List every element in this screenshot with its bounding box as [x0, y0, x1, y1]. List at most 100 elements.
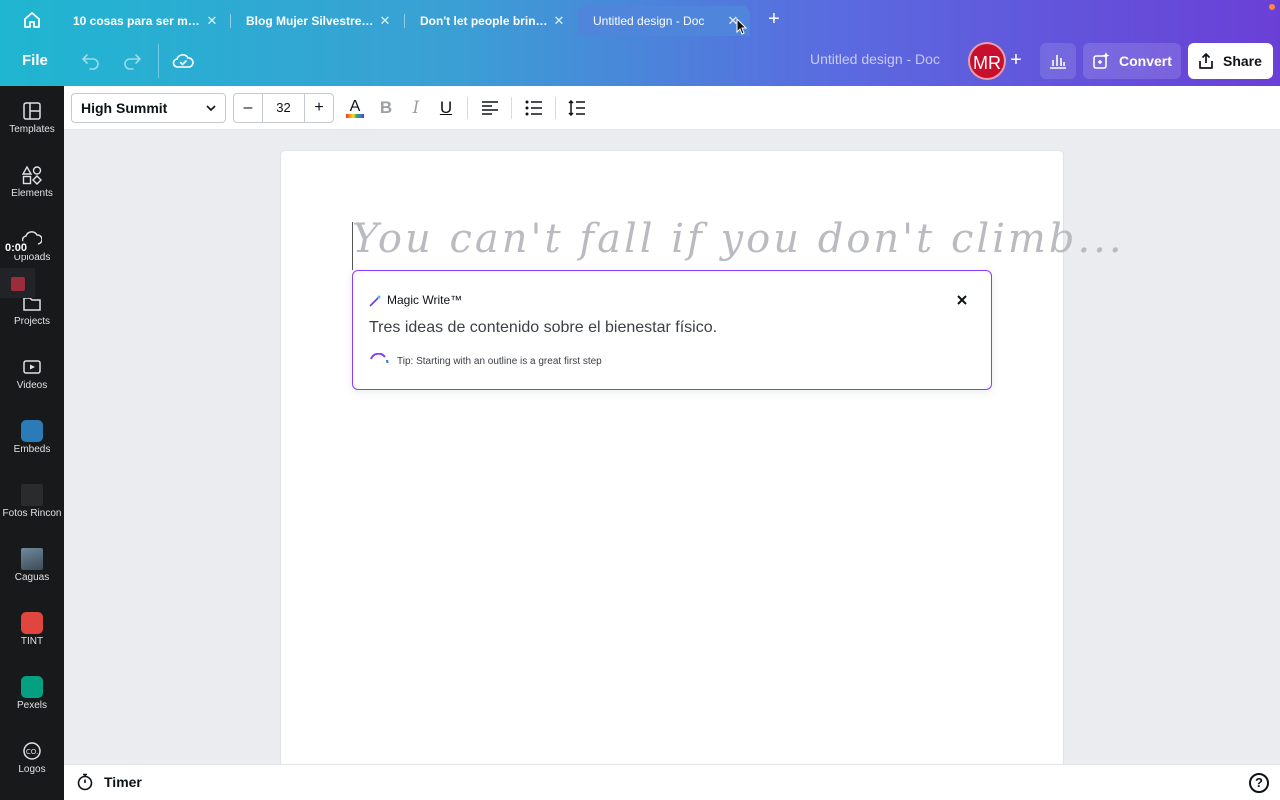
home-icon — [24, 12, 40, 28]
timer-button[interactable]: Timer — [76, 773, 142, 791]
line-spacing-button[interactable] — [566, 97, 588, 119]
sidebar-item-label: Embeds — [13, 444, 51, 455]
redo-button[interactable] — [120, 49, 144, 73]
sidebar-item-fotos-rincon[interactable]: Fotos Rincon — [0, 470, 64, 530]
share-icon — [1199, 53, 1213, 69]
bar-chart-icon — [1050, 55, 1066, 69]
font-size-stepper: – 32 + — [233, 93, 334, 123]
sidebar-item-label: Fotos Rincon — [2, 508, 62, 519]
font-family-select[interactable]: High Summit — [71, 93, 226, 123]
underline-button[interactable]: U — [435, 97, 457, 119]
toolbar-divider — [467, 97, 468, 119]
sidebar-item-label: Videos — [16, 380, 48, 391]
tab-label: 10 cosas para ser mas ... — [73, 14, 201, 28]
browser-tab[interactable]: Don't let people bring ... ✕ — [404, 6, 576, 36]
new-tab-button[interactable]: + — [762, 8, 786, 32]
editor-header: File Untitled design - Doc MR + Convert … — [0, 36, 1280, 86]
svg-text:CO.: CO. — [26, 748, 38, 756]
magic-write-tip-text: Tip: Starting with an outline is a great… — [397, 355, 602, 367]
sidebar-item-label: Logos — [18, 764, 46, 775]
avatar[interactable]: MR — [968, 42, 1006, 80]
undo-button[interactable] — [79, 49, 103, 73]
line-spacing-icon — [568, 99, 585, 117]
text-format-toolbar: High Summit – 32 + A B I U — [64, 86, 1280, 130]
undo-icon — [81, 54, 99, 70]
sidebar-item-caguas[interactable]: Caguas — [0, 534, 64, 594]
document-title[interactable]: Untitled design - Doc — [810, 51, 940, 67]
file-menu-button[interactable]: File — [14, 48, 56, 74]
top-chrome: 10 cosas para ser mas ... ✕ Blog Mujer S… — [0, 0, 1280, 86]
mouse-cursor-icon — [736, 18, 748, 35]
timer-label: Timer — [104, 774, 142, 790]
recording-timer: 0:00 — [2, 241, 31, 255]
increase-font-size-button[interactable]: + — [305, 94, 333, 122]
pexels-app-icon — [21, 676, 43, 698]
magic-write-tip: Tip: Starting with an outline is a great… — [369, 353, 602, 369]
insights-button[interactable] — [1040, 43, 1076, 79]
browser-tab[interactable]: 10 cosas para ser mas ... ✕ — [57, 6, 229, 36]
elements-icon — [21, 164, 43, 186]
canvas-script-text[interactable]: You can't fall if you don't climb... — [352, 216, 1125, 276]
sidebar-item-label: Templates — [9, 124, 55, 135]
home-button[interactable] — [14, 6, 50, 34]
sidebar-item-embeds[interactable]: Embeds — [0, 406, 64, 466]
tab-label: Untitled design - Doc — [593, 14, 705, 28]
align-left-button[interactable] — [479, 97, 501, 119]
stop-recording-icon[interactable] — [11, 277, 25, 291]
templates-icon — [21, 100, 43, 122]
italic-button[interactable]: I — [405, 97, 427, 119]
sidebar-item-videos[interactable]: Videos — [0, 342, 64, 402]
tab-label: Blog Mujer Silvestre - ... — [246, 14, 374, 28]
rainbow-swatch-icon — [346, 113, 364, 118]
sidebar-item-logos[interactable]: CO. Logos — [0, 726, 64, 786]
magic-write-title: Magic Write™ — [387, 293, 463, 307]
browser-tab-active[interactable]: Untitled design - Doc ✕ — [577, 6, 750, 36]
share-button[interactable]: Share — [1188, 43, 1273, 79]
close-icon — [957, 295, 967, 305]
sidebar-item-label: Elements — [11, 188, 53, 199]
bold-button[interactable]: B — [375, 97, 397, 119]
text-color-glyph: A — [349, 97, 361, 115]
font-name: High Summit — [81, 100, 168, 116]
font-size-input[interactable]: 32 — [262, 94, 305, 122]
tab-label: Don't let people bring ... — [420, 14, 548, 28]
align-left-icon — [482, 101, 498, 115]
sidebar-item-label: Pexels — [16, 700, 47, 711]
browser-tab[interactable]: Blog Mujer Silvestre - ... ✕ — [230, 6, 402, 36]
close-icon[interactable]: ✕ — [552, 14, 566, 28]
close-icon[interactable]: ✕ — [205, 14, 219, 28]
sidebar-item-label: TINT — [20, 636, 44, 647]
add-collaborator-button[interactable]: + — [1003, 46, 1029, 76]
close-icon[interactable]: ✕ — [378, 14, 392, 28]
left-sidebar: Templates Elements Uploads Projects Vide… — [0, 86, 64, 800]
photo-thumb-icon — [21, 548, 43, 570]
magic-write-prompt-input[interactable]: Tres ideas de contenido sobre el bienest… — [369, 319, 717, 337]
bullet-list-button[interactable] — [523, 97, 545, 119]
magic-convert-icon — [1093, 52, 1110, 69]
chevron-down-icon — [206, 105, 216, 112]
logos-icon: CO. — [21, 740, 43, 762]
redo-icon — [124, 54, 142, 70]
cloud-check-icon — [172, 54, 194, 68]
sidebar-item-elements[interactable]: Elements — [0, 150, 64, 210]
convert-label: Convert — [1119, 53, 1172, 69]
toolbar-divider — [511, 97, 512, 119]
text-color-button[interactable]: A — [344, 97, 366, 119]
browser-tab-bar: 10 cosas para ser mas ... ✕ Blog Mujer S… — [0, 0, 1280, 36]
close-magic-write-button[interactable] — [953, 291, 971, 309]
decrease-font-size-button[interactable]: – — [234, 94, 262, 122]
convert-button[interactable]: Convert — [1083, 43, 1181, 79]
videos-icon — [21, 356, 43, 378]
cloud-save-status[interactable] — [171, 49, 195, 73]
sidebar-item-pexels[interactable]: Pexels — [0, 662, 64, 722]
stopwatch-icon — [77, 773, 93, 791]
bullet-list-icon — [525, 100, 542, 116]
notification-dot — [1269, 4, 1275, 10]
toolbar-divider — [555, 97, 556, 119]
sidebar-item-label: Projects — [13, 316, 51, 327]
help-button[interactable]: ? — [1249, 773, 1269, 793]
sidebar-item-templates[interactable]: Templates — [0, 86, 64, 146]
sidebar-item-tint[interactable]: TINT — [0, 598, 64, 658]
magic-write-header: Magic Write™ — [369, 293, 462, 307]
bottom-bar: Timer ? — [64, 764, 1280, 800]
